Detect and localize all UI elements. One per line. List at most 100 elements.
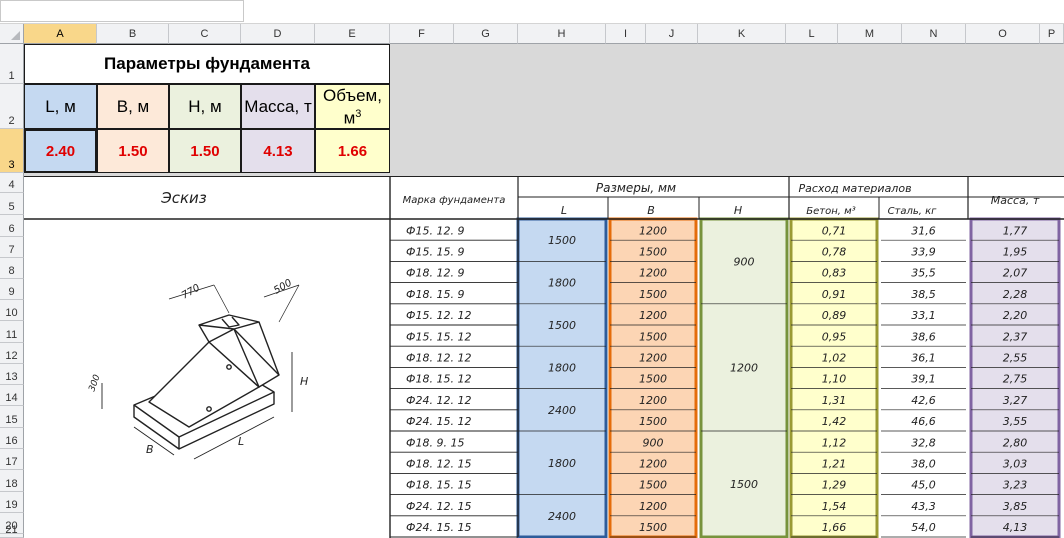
header-volume-unit: м — [343, 108, 356, 128]
row-steel-12: 45,0 — [911, 479, 936, 492]
row-b-2: 1200 — [639, 267, 667, 280]
value-l[interactable]: 2.40 — [24, 129, 97, 173]
l-group-2: 1500 — [548, 319, 576, 332]
header-h[interactable]: H, м — [169, 84, 241, 129]
row-steel-0: 31,6 — [911, 224, 936, 237]
header-mass-text: Масса, т — [244, 97, 312, 116]
column-header-o[interactable]: O — [966, 24, 1040, 44]
value-volume[interactable]: 1.66 — [315, 129, 390, 173]
row-concrete-13: 1,54 — [822, 500, 847, 513]
dim-l: L — [238, 435, 244, 448]
column-header-c[interactable]: C — [169, 24, 241, 44]
name-box[interactable] — [0, 0, 244, 22]
row-header-4[interactable]: 4 — [0, 173, 24, 193]
column-header-h[interactable]: H — [518, 24, 606, 44]
row-header-10[interactable]: 10 — [0, 300, 24, 321]
header-volume-line2: м3 — [344, 105, 362, 128]
column-header-d[interactable]: D — [241, 24, 315, 44]
dims-l-label: L — [561, 204, 567, 217]
row-header-9[interactable]: 9 — [0, 279, 24, 300]
row-concrete-11: 1,21 — [822, 457, 847, 470]
row-mass-7: 2,75 — [1003, 373, 1028, 386]
band-l — [516, 217, 608, 538]
dims-b-label: B — [647, 204, 655, 217]
row-concrete-5: 0,95 — [822, 330, 847, 343]
column-header-e[interactable]: E — [315, 24, 390, 44]
row-header-19[interactable]: 19 — [0, 492, 24, 513]
row-header-17[interactable]: 17 — [0, 449, 24, 470]
row-header-13[interactable]: 13 — [0, 364, 24, 385]
params-title-text: Параметры фундамента — [104, 54, 310, 73]
select-all-button[interactable] — [0, 24, 24, 44]
column-header-k[interactable]: K — [698, 24, 786, 44]
row-concrete-3: 0,91 — [822, 288, 847, 301]
row-header-21[interactable]: 21 — [0, 524, 24, 538]
value-b[interactable]: 1.50 — [97, 129, 169, 173]
l-group-5: 1800 — [548, 457, 576, 470]
row-concrete-6: 1,02 — [822, 351, 847, 364]
header-b[interactable]: B, м — [97, 84, 169, 129]
value-mass[interactable]: 4.13 — [241, 129, 315, 173]
column-header-l[interactable]: L — [786, 24, 838, 44]
row-b-3: 1500 — [639, 288, 667, 301]
row-concrete-2: 0,83 — [822, 267, 847, 280]
header-mass[interactable]: Масса, т — [241, 84, 315, 129]
header-h-text: H, м — [188, 97, 222, 116]
header-l[interactable]: L, м — [24, 84, 97, 129]
column-header-f[interactable]: F — [390, 24, 454, 44]
row-mark-6: Ф18. 12. 12 — [406, 351, 471, 364]
row-mass-12: 3,23 — [1003, 479, 1028, 492]
row-mass-6: 2,55 — [1003, 351, 1028, 364]
value-mass-text: 4.13 — [263, 142, 293, 160]
value-h[interactable]: 1.50 — [169, 129, 241, 173]
row-header-14[interactable]: 14 — [0, 385, 24, 406]
row-b-12: 1500 — [639, 479, 667, 492]
row-mass-13: 3,85 — [1003, 500, 1028, 513]
formula-bar — [0, 0, 1064, 24]
steel-label: Сталь, кг — [888, 206, 938, 217]
row-header-3[interactable]: 3 — [0, 129, 24, 173]
row-header-11[interactable]: 11 — [0, 321, 24, 343]
row-header-8[interactable]: 8 — [0, 258, 24, 279]
row-b-4: 1200 — [639, 309, 667, 322]
params-title[interactable]: Параметры фундамента — [24, 44, 390, 84]
row-steel-7: 39,1 — [911, 373, 936, 386]
column-header-m[interactable]: M — [838, 24, 902, 44]
row-concrete-8: 1,31 — [822, 394, 847, 407]
row-b-10: 900 — [643, 436, 664, 449]
row-header-15[interactable]: 15 — [0, 406, 24, 428]
column-header-j[interactable]: J — [646, 24, 698, 44]
row-mass-0: 1,77 — [1003, 224, 1028, 237]
column-header-g[interactable]: G — [454, 24, 518, 44]
value-b-text: 1.50 — [118, 142, 148, 160]
column-header-a[interactable]: A — [24, 24, 97, 44]
foundation-drawing: Эскиз Марка фундамента Размеры, мм L B H… — [24, 176, 1064, 538]
row-b-1: 1500 — [639, 245, 667, 258]
row-b-6: 1200 — [639, 351, 667, 364]
foundation-sketch — [101, 284, 300, 460]
row-header-7[interactable]: 7 — [0, 237, 24, 258]
row-b-11: 1200 — [639, 457, 667, 470]
row-header-1[interactable]: 1 — [0, 44, 24, 84]
foundation-table-svg: Эскиз Марка фундамента Размеры, мм L B H… — [24, 177, 1064, 538]
column-header-b[interactable]: B — [97, 24, 169, 44]
row-header-16[interactable]: 16 — [0, 428, 24, 449]
row-header-6[interactable]: 6 — [0, 215, 24, 237]
column-header-p[interactable]: P — [1040, 24, 1064, 44]
row-header-12[interactable]: 12 — [0, 343, 24, 364]
mark-label: Марка фундамента — [403, 195, 506, 206]
column-header-n[interactable]: N — [902, 24, 966, 44]
header-volume[interactable]: Объем, м3 — [315, 84, 390, 129]
row-header-18[interactable]: 18 — [0, 470, 24, 492]
select-all-icon — [11, 31, 20, 40]
row-header-2[interactable]: 2 — [0, 84, 24, 129]
column-header-i[interactable]: I — [606, 24, 646, 44]
row-concrete-14: 1,66 — [822, 521, 847, 534]
formula-input[interactable] — [248, 0, 1064, 22]
row-steel-10: 32,8 — [911, 436, 936, 449]
row-mark-13: Ф24. 12. 15 — [406, 500, 471, 513]
row-mass-3: 2,28 — [1003, 288, 1028, 301]
row-header-5[interactable]: 5 — [0, 193, 24, 215]
header-volume-line1: Объем, — [323, 85, 382, 105]
row-mark-0: Ф15. 12. 9 — [406, 224, 464, 237]
